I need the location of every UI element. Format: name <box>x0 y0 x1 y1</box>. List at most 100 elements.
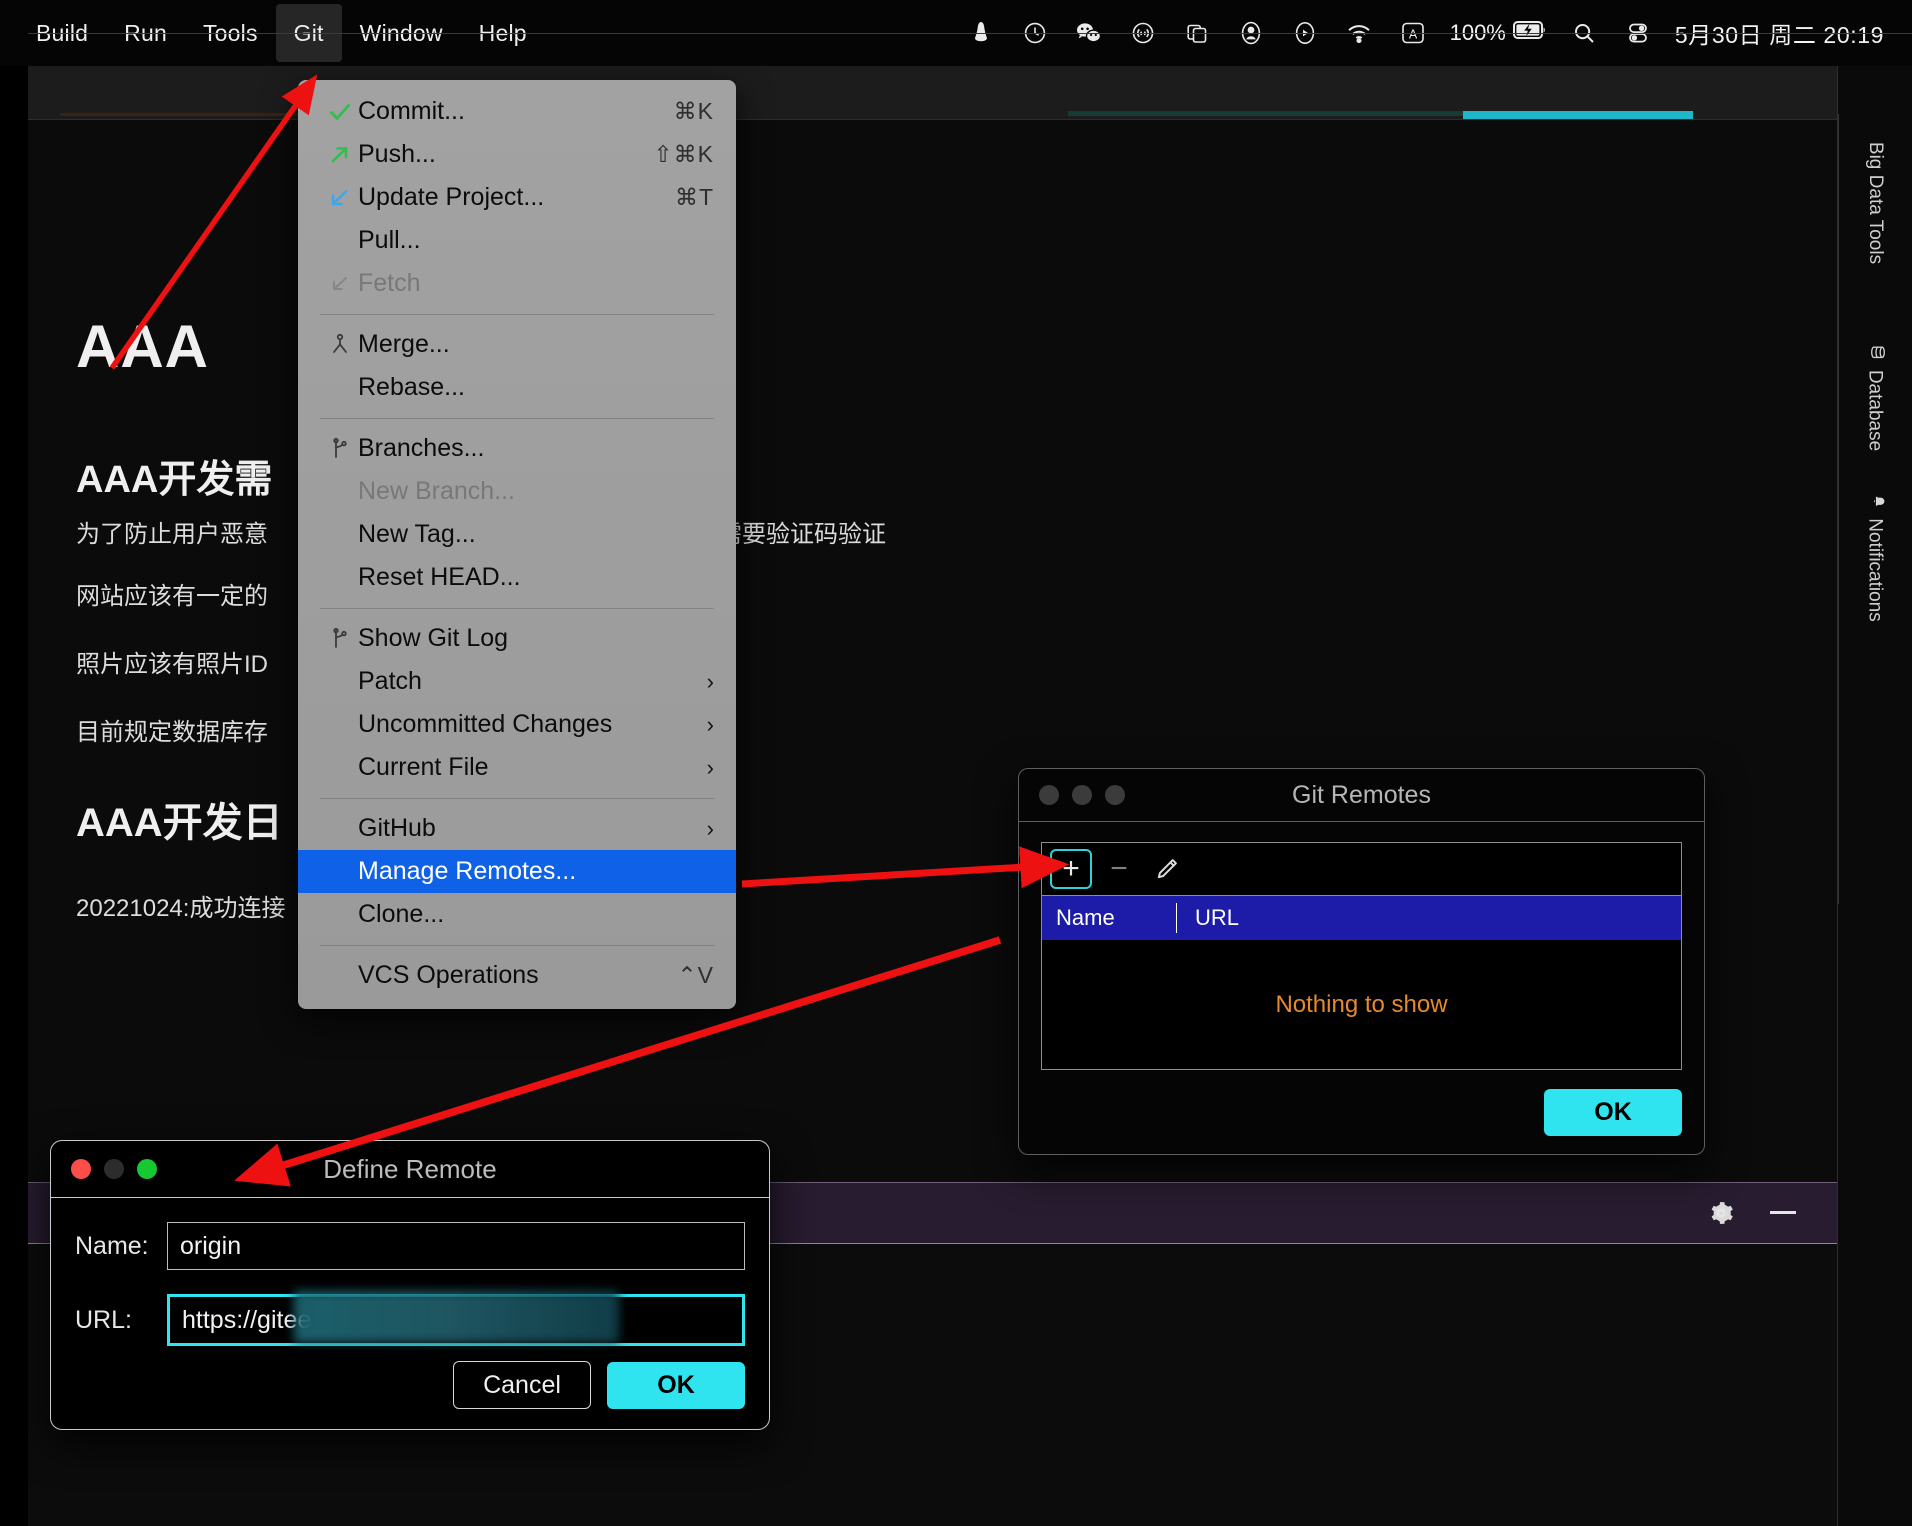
remotes-list-container: + − Name URL Nothing to show <box>1041 842 1682 1070</box>
name-input[interactable]: origin <box>167 1222 745 1270</box>
cancel-button[interactable]: Cancel <box>453 1361 591 1409</box>
dialog-button-row: OK <box>1544 1089 1682 1136</box>
menu-separator <box>320 314 714 315</box>
ok-button[interactable]: OK <box>1544 1089 1682 1136</box>
database-icon <box>1864 344 1887 361</box>
menu-item-label: Merge... <box>358 330 450 358</box>
name-field-row: Name: origin <box>75 1222 745 1270</box>
add-remote-button[interactable]: + <box>1050 849 1092 889</box>
url-input[interactable]: https://gitee <box>167 1291 745 1346</box>
pencil-icon[interactable] <box>1146 849 1188 889</box>
menu-item-label: Branches... <box>358 434 485 462</box>
chevron-right-icon: › <box>706 711 714 737</box>
tool-label: Notifications <box>1865 518 1886 622</box>
git-dropdown-menu[interactable]: Commit... ⌘K Push... ⇧⌘K Update Project.… <box>298 80 736 1009</box>
chevron-right-icon: › <box>706 668 714 694</box>
menu-item-show-git-log[interactable]: Show Git Log <box>298 617 736 660</box>
dialog-titlebar: Git Remotes <box>1019 769 1704 822</box>
menu-separator <box>320 608 714 609</box>
doc-log-line: 20221024:成功连接 <box>76 895 286 922</box>
doc-paragraph-2: 网站应该有一定的 <box>76 583 268 610</box>
menu-item-reset-head[interactable]: Reset HEAD... <box>298 556 736 599</box>
ok-button[interactable]: OK <box>607 1361 745 1409</box>
menu-item-label: Show Git Log <box>358 624 509 652</box>
url-label: URL: <box>75 1305 132 1334</box>
dialog-title: Git Remotes <box>1292 780 1431 809</box>
name-label: Name: <box>75 1231 149 1260</box>
menu-item-rebase[interactable]: Rebase... <box>298 366 736 409</box>
menu-item-label: Pull... <box>358 226 421 254</box>
menu-item-label: Fetch <box>358 269 421 297</box>
menu-item-clone[interactable]: Clone... <box>298 893 736 936</box>
remove-remote-button[interactable]: − <box>1098 849 1140 889</box>
url-field-row: URL: https://gitee <box>75 1291 745 1346</box>
dialog-button-row: Cancel OK <box>453 1361 745 1409</box>
url-input-value: https://gitee <box>182 1305 312 1334</box>
menu-item-shortcut: ⇧⌘K <box>653 141 714 167</box>
gear-icon[interactable] <box>1708 1200 1734 1226</box>
menu-item-push[interactable]: Push... ⇧⌘K <box>298 133 736 176</box>
minimize-icon[interactable] <box>1768 1208 1798 1218</box>
doc-heading-1: AAA <box>76 313 209 380</box>
menu-item-commit[interactable]: Commit... ⌘K <box>298 90 736 133</box>
git-remotes-dialog[interactable]: Git Remotes + − Name URL Nothing to show… <box>1018 768 1705 1155</box>
menu-item-label: GitHub <box>358 814 436 842</box>
arrow-up-right-icon <box>322 144 358 166</box>
menu-item-label: Current File <box>358 753 489 781</box>
svg-text:A: A <box>1408 27 1417 41</box>
menu-item-uncommitted-changes[interactable]: Uncommitted Changes › <box>298 703 736 746</box>
menu-item-branches[interactable]: Branches... <box>298 427 736 470</box>
redacted-url-overlay <box>294 1291 619 1343</box>
menu-item-shortcut: ⌃V <box>677 962 714 988</box>
column-header-url: URL <box>1195 905 1240 930</box>
define-remote-dialog[interactable]: Define Remote Name: origin URL: https://… <box>50 1140 770 1430</box>
menu-item-label: Uncommitted Changes <box>358 710 613 738</box>
menu-item-label: Patch <box>358 667 422 695</box>
strip-divider <box>1838 114 1839 904</box>
menu-item-label: Reset HEAD... <box>358 563 521 591</box>
dialog-titlebar: Define Remote <box>51 1141 769 1198</box>
checkmark-icon <box>322 101 358 123</box>
bell-icon <box>1864 493 1887 509</box>
menu-item-label: Commit... <box>358 97 465 125</box>
empty-state-message: Nothing to show <box>1275 991 1448 1018</box>
branch-icon <box>322 437 358 461</box>
doc-paragraph-1: 为了防止用户恶意 <box>76 521 268 548</box>
tab-underline-green <box>1068 111 1463 116</box>
menu-item-update-project[interactable]: Update Project... ⌘T <box>298 176 736 219</box>
menu-item-pull[interactable]: Pull... <box>298 219 736 262</box>
dialog-title: Define Remote <box>323 1153 497 1184</box>
menu-item-label: New Tag... <box>358 520 476 548</box>
sidebar-item-big-data-tools[interactable]: Big Data Tools <box>1864 142 1886 264</box>
menu-item-vcs-operations[interactable]: VCS Operations ⌃V <box>298 954 736 997</box>
menubar-divider <box>28 33 1912 34</box>
menu-item-manage-remotes[interactable]: Manage Remotes... <box>298 850 736 893</box>
tool-label: Database <box>1865 369 1886 452</box>
tab-underline-active <box>1463 111 1693 119</box>
remotes-table-header: Name URL <box>1042 896 1681 940</box>
arrow-down-left-outline-icon <box>322 273 358 295</box>
menu-item-label: Rebase... <box>358 373 466 401</box>
sidebar-item-notifications[interactable]: Notifications <box>1864 493 1887 622</box>
menu-item-shortcut: ⌘K <box>673 98 714 124</box>
menu-item-label: New Branch... <box>358 477 516 505</box>
menu-item-current-file[interactable]: Current File › <box>298 746 736 789</box>
tool-label: Big Data Tools <box>1865 141 1886 265</box>
macos-menu-bar: Build Run Tools Git Window Help A 100% 5… <box>0 0 1912 66</box>
menu-separator <box>320 418 714 419</box>
remotes-toolbar: + − <box>1042 843 1681 896</box>
menu-item-merge[interactable]: Merge... <box>298 323 736 366</box>
chevron-right-icon: › <box>706 754 714 780</box>
chevron-right-icon: › <box>706 815 714 841</box>
menu-item-new-tag[interactable]: New Tag... <box>298 513 736 556</box>
menu-separator <box>320 945 714 946</box>
sidebar-item-database[interactable]: Database <box>1864 344 1887 451</box>
doc-heading-2: AAA开发需 <box>76 459 273 501</box>
menu-item-patch[interactable]: Patch › <box>298 660 736 703</box>
doc-heading-3: AAA开发日 <box>76 801 283 845</box>
menu-item-github[interactable]: GitHub › <box>298 807 736 850</box>
menu-item-label: Clone... <box>358 900 445 928</box>
arrow-down-left-icon <box>322 187 358 209</box>
doc-paragraph-3: 照片应该有照片ID <box>76 651 268 678</box>
menu-item-fetch: Fetch <box>298 262 736 305</box>
